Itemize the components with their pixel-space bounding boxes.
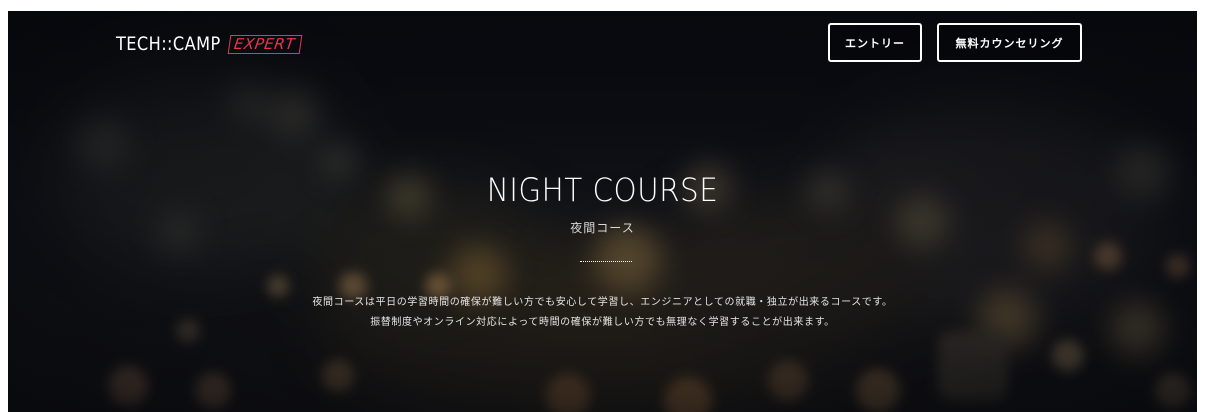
hero-subtitle: 夜間コース [570,221,635,235]
overlay [8,11,1197,412]
logo-text: TECH::CAMP [116,33,221,55]
entry-button[interactable]: エントリー [828,23,922,62]
hero-section: TECH::CAMP EXPERT エントリー 無料カウンセリング NIGHT … [8,11,1197,412]
hero-title: NIGHT COURSE [486,171,719,209]
dotted-divider [580,261,632,262]
logo-expert-badge: EXPERT [227,34,303,54]
site-logo[interactable]: TECH::CAMP EXPERT [116,33,303,55]
hero-description-line-1: 夜間コースは平日の学習時間の確保が難しい方でも安心して学習し、エンジニアとしての… [312,297,893,308]
free-counseling-button[interactable]: 無料カウンセリング [937,23,1082,62]
hero-description-line-2: 振替制度やオンライン対応によって時間の確保が難しい方でも無理なく学習することが出… [370,317,835,328]
